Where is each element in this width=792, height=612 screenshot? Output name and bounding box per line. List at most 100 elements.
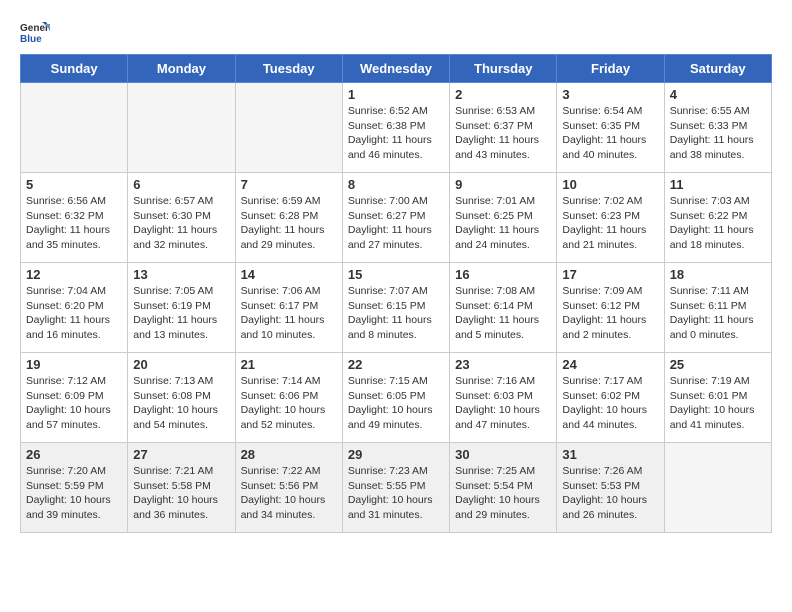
cell-info: Sunrise: 7:05 AM Sunset: 6:19 PM Dayligh… [133, 284, 229, 343]
cal-cell: 27Sunrise: 7:21 AM Sunset: 5:58 PM Dayli… [128, 443, 235, 533]
day-number: 5 [26, 177, 122, 192]
cal-cell [664, 443, 771, 533]
cell-info: Sunrise: 7:13 AM Sunset: 6:08 PM Dayligh… [133, 374, 229, 433]
cal-cell: 15 Sunrise: 7:07 AM Sunset: 6:15 PM Dayli… [342, 263, 449, 353]
cal-cell: 28 Sunrise: 7:22 AM Sunset: 5:56 PM Dayli… [235, 443, 342, 533]
day-header-wednesday: Wednesday [342, 55, 449, 83]
logo: General Blue [20, 20, 54, 44]
cal-cell: 1Sunrise: 6:52 AM Sunset: 6:38 PM Daylig… [342, 83, 449, 173]
day-header-saturday: Saturday [664, 55, 771, 83]
calendar-table: SundayMondayTuesdayWednesdayThursdayFrid… [20, 54, 772, 533]
cal-cell: 16Sunrise: 7:08 AM Sunset: 6:14 PM Dayli… [450, 263, 557, 353]
day-number: 26 [26, 447, 122, 462]
day-header-friday: Friday [557, 55, 664, 83]
day-number: 20 [133, 357, 229, 372]
day-number: 15 [348, 267, 444, 282]
cal-cell: 20 Sunrise: 7:13 AM Sunset: 6:08 PM Dayli… [128, 353, 235, 443]
cell-info: Sunrise: 7:22 AM Sunset: 5:56 PM Dayligh… [241, 464, 337, 523]
cell-info: Sunrise: 6:53 AM Sunset: 6:37 PM Dayligh… [455, 104, 551, 163]
day-number: 29 [348, 447, 444, 462]
cal-cell: 18 Sunrise: 7:11 AM Sunset: 6:11 PM Dayli… [664, 263, 771, 353]
cell-info: Sunrise: 6:56 AM Sunset: 6:32 PM Dayligh… [26, 194, 122, 253]
cell-info: Sunrise: 7:07 AM Sunset: 6:15 PM Dayligh… [348, 284, 444, 343]
day-number: 17 [562, 267, 658, 282]
cal-cell: 21Sunrise: 7:14 AM Sunset: 6:06 PM Dayli… [235, 353, 342, 443]
day-number: 28 [241, 447, 337, 462]
cell-info: Sunrise: 6:59 AM Sunset: 6:28 PM Dayligh… [241, 194, 337, 253]
page-header: General Blue [20, 20, 772, 44]
cell-info: Sunrise: 7:23 AM Sunset: 5:55 PM Dayligh… [348, 464, 444, 523]
cell-info: Sunrise: 7:20 AM Sunset: 5:59 PM Dayligh… [26, 464, 122, 523]
logo-icon: General Blue [20, 20, 50, 44]
cell-info: Sunrise: 6:57 AM Sunset: 6:30 PM Dayligh… [133, 194, 229, 253]
cal-cell: 9 Sunrise: 7:01 AM Sunset: 6:25 PM Daylig… [450, 173, 557, 263]
day-number: 16 [455, 267, 551, 282]
cal-cell: 31 Sunrise: 7:26 AM Sunset: 5:53 PM Dayli… [557, 443, 664, 533]
cal-cell: 13 Sunrise: 7:05 AM Sunset: 6:19 PM Dayli… [128, 263, 235, 353]
cal-cell: 26 Sunrise: 7:20 AM Sunset: 5:59 PM Dayli… [21, 443, 128, 533]
cal-cell [235, 83, 342, 173]
day-number: 13 [133, 267, 229, 282]
day-number: 31 [562, 447, 658, 462]
cell-info: Sunrise: 7:09 AM Sunset: 6:12 PM Dayligh… [562, 284, 658, 343]
cal-cell: 17 Sunrise: 7:09 AM Sunset: 6:12 PM Dayli… [557, 263, 664, 353]
cell-info: Sunrise: 7:25 AM Sunset: 5:54 PM Dayligh… [455, 464, 551, 523]
cell-info: Sunrise: 7:02 AM Sunset: 6:23 PM Dayligh… [562, 194, 658, 253]
day-header-sunday: Sunday [21, 55, 128, 83]
day-header-monday: Monday [128, 55, 235, 83]
cal-cell: 25 Sunrise: 7:19 AM Sunset: 6:01 PM Dayli… [664, 353, 771, 443]
cal-cell: 30 Sunrise: 7:25 AM Sunset: 5:54 PM Dayli… [450, 443, 557, 533]
day-number: 8 [348, 177, 444, 192]
cell-info: Sunrise: 7:19 AM Sunset: 6:01 PM Dayligh… [670, 374, 766, 433]
cal-cell: 2Sunrise: 6:53 AM Sunset: 6:37 PM Daylig… [450, 83, 557, 173]
cell-info: Sunrise: 7:17 AM Sunset: 6:02 PM Dayligh… [562, 374, 658, 433]
day-number: 25 [670, 357, 766, 372]
day-number: 3 [562, 87, 658, 102]
cal-cell: 12 Sunrise: 7:04 AM Sunset: 6:20 PM Dayli… [21, 263, 128, 353]
day-header-tuesday: Tuesday [235, 55, 342, 83]
cal-cell: 3 Sunrise: 6:54 AM Sunset: 6:35 PM Daylig… [557, 83, 664, 173]
cell-info: Sunrise: 7:12 AM Sunset: 6:09 PM Dayligh… [26, 374, 122, 433]
cal-cell: 6 Sunrise: 6:57 AM Sunset: 6:30 PM Daylig… [128, 173, 235, 263]
cal-cell [21, 83, 128, 173]
day-number: 12 [26, 267, 122, 282]
day-number: 7 [241, 177, 337, 192]
day-number: 23 [455, 357, 551, 372]
day-number: 4 [670, 87, 766, 102]
cal-cell: 23 Sunrise: 7:16 AM Sunset: 6:03 PM Dayli… [450, 353, 557, 443]
cell-info: Sunrise: 7:16 AM Sunset: 6:03 PM Dayligh… [455, 374, 551, 433]
day-number: 21 [241, 357, 337, 372]
cal-cell: 14 Sunrise: 7:06 AM Sunset: 6:17 PM Dayli… [235, 263, 342, 353]
cal-cell: 19Sunrise: 7:12 AM Sunset: 6:09 PM Dayli… [21, 353, 128, 443]
cell-info: Sunrise: 7:00 AM Sunset: 6:27 PM Dayligh… [348, 194, 444, 253]
svg-text:Blue: Blue [20, 34, 42, 44]
cal-cell: 7 Sunrise: 6:59 AM Sunset: 6:28 PM Daylig… [235, 173, 342, 263]
cal-cell: 5 Sunrise: 6:56 AM Sunset: 6:32 PM Daylig… [21, 173, 128, 263]
cal-cell: 22Sunrise: 7:15 AM Sunset: 6:05 PM Dayli… [342, 353, 449, 443]
day-number: 6 [133, 177, 229, 192]
cell-info: Sunrise: 7:26 AM Sunset: 5:53 PM Dayligh… [562, 464, 658, 523]
day-header-thursday: Thursday [450, 55, 557, 83]
day-number: 1 [348, 87, 444, 102]
cell-info: Sunrise: 7:04 AM Sunset: 6:20 PM Dayligh… [26, 284, 122, 343]
cell-info: Sunrise: 7:01 AM Sunset: 6:25 PM Dayligh… [455, 194, 551, 253]
cal-cell: 4 Sunrise: 6:55 AM Sunset: 6:33 PM Daylig… [664, 83, 771, 173]
day-number: 14 [241, 267, 337, 282]
cell-info: Sunrise: 7:11 AM Sunset: 6:11 PM Dayligh… [670, 284, 766, 343]
day-number: 10 [562, 177, 658, 192]
cell-info: Sunrise: 7:06 AM Sunset: 6:17 PM Dayligh… [241, 284, 337, 343]
cal-cell: 11 Sunrise: 7:03 AM Sunset: 6:22 PM Dayli… [664, 173, 771, 263]
day-number: 27 [133, 447, 229, 462]
day-number: 18 [670, 267, 766, 282]
day-number: 30 [455, 447, 551, 462]
day-number: 24 [562, 357, 658, 372]
cell-info: Sunrise: 6:54 AM Sunset: 6:35 PM Dayligh… [562, 104, 658, 163]
cell-info: Sunrise: 6:55 AM Sunset: 6:33 PM Dayligh… [670, 104, 766, 163]
cell-info: Sunrise: 7:03 AM Sunset: 6:22 PM Dayligh… [670, 194, 766, 253]
cal-cell: 24 Sunrise: 7:17 AM Sunset: 6:02 PM Dayli… [557, 353, 664, 443]
cal-cell: 10 Sunrise: 7:02 AM Sunset: 6:23 PM Dayli… [557, 173, 664, 263]
day-number: 9 [455, 177, 551, 192]
day-number: 11 [670, 177, 766, 192]
cell-info: Sunrise: 7:15 AM Sunset: 6:05 PM Dayligh… [348, 374, 444, 433]
cal-cell: 29 Sunrise: 7:23 AM Sunset: 5:55 PM Dayli… [342, 443, 449, 533]
